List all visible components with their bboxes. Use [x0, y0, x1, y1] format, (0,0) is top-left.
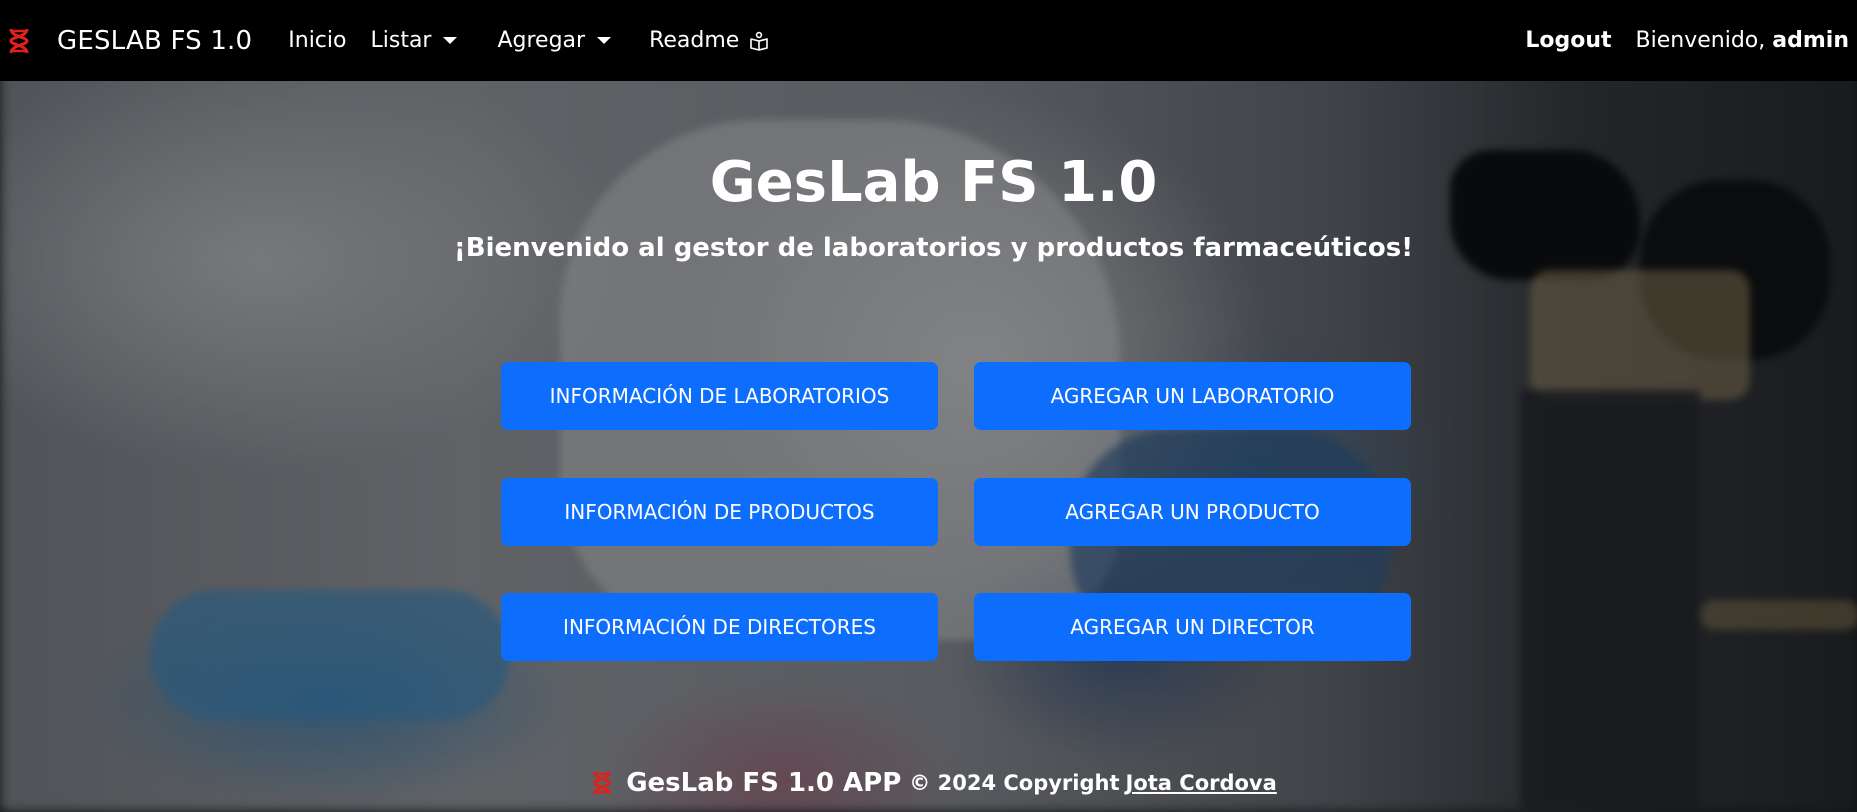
page-subtitle: ¡Bienvenido al gestor de laboratorios y …: [453, 233, 1414, 263]
nav-item-label: Agregar: [497, 28, 586, 53]
page-title: GesLab FS 1.0: [709, 150, 1158, 215]
page: GESLAB FS 1.0 Inicio Listar Agregar Read…: [0, 0, 1857, 812]
footer-author-link[interactable]: Jota Cordova: [1126, 771, 1277, 795]
welcome-username: admin: [1772, 28, 1849, 53]
nav-dropdown-listar[interactable]: Listar: [370, 28, 458, 53]
navbar-user-area: Logout Bienvenido, admin: [1525, 0, 1849, 81]
nav-dropdown-agregar[interactable]: Agregar: [497, 28, 612, 53]
nav-item-label: Inicio: [288, 28, 347, 53]
agregar-director-button[interactable]: AGREGAR UN DIRECTOR: [974, 593, 1411, 661]
welcome-prefix: Bienvenido,: [1635, 28, 1766, 53]
welcome-message: Bienvenido, admin: [1636, 28, 1849, 53]
nav-item-inicio[interactable]: Inicio: [288, 28, 346, 53]
info-directores-button[interactable]: INFORMACIÓN DE DIRECTORES: [501, 593, 938, 661]
book-icon: [749, 31, 769, 51]
caret-down-icon: [443, 37, 458, 44]
agregar-producto-button[interactable]: AGREGAR UN PRODUCTO: [974, 478, 1411, 546]
nav-item-readme[interactable]: Readme: [649, 28, 769, 53]
brand-title: GESLAB FS 1.0: [57, 25, 253, 56]
logout-link[interactable]: Logout: [1525, 28, 1611, 53]
nav-menu: Inicio Listar Agregar Readme: [288, 28, 769, 53]
footer-copyright: © 2024 Copyright: [909, 771, 1120, 795]
info-productos-button[interactable]: INFORMACIÓN DE PRODUCTOS: [501, 478, 938, 546]
caret-down-icon: [597, 37, 612, 44]
nav-item-label: Readme: [649, 28, 740, 53]
dna-icon: [6, 27, 32, 55]
nav-item-label: Listar: [370, 28, 432, 53]
footer-app-name: GesLab FS 1.0 APP: [626, 768, 902, 798]
dna-icon: [590, 769, 614, 797]
navbar: GESLAB FS 1.0 Inicio Listar Agregar Read…: [0, 0, 1857, 81]
agregar-laboratorio-button[interactable]: AGREGAR UN LABORATORIO: [974, 362, 1411, 430]
info-laboratorios-button[interactable]: INFORMACIÓN DE LABORATORIOS: [501, 362, 938, 430]
navbar-brand[interactable]: GESLAB FS 1.0: [6, 26, 252, 56]
footer: GesLab FS 1.0 APP © 2024 Copyright Jota …: [0, 768, 1857, 798]
